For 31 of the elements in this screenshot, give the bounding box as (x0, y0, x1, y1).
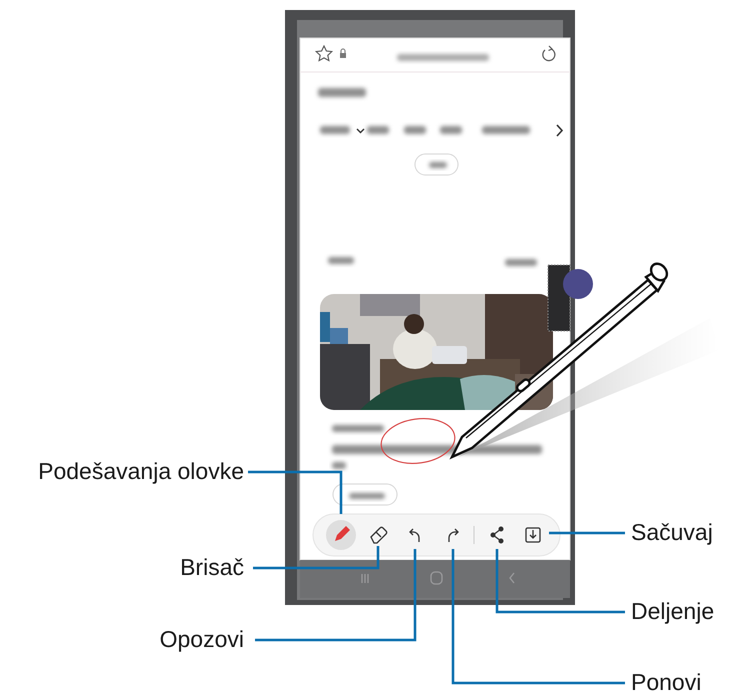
callout-label: Podešavanja olovke (38, 457, 244, 486)
blurred-text (328, 257, 354, 264)
callout-label: Opozovi (160, 625, 244, 654)
pen-icon[interactable] (335, 526, 350, 541)
star-icon[interactable] (314, 44, 334, 62)
callout-label: Deljenje (631, 597, 714, 626)
blurred-text (349, 493, 385, 499)
callout-label: Ponovi (631, 668, 702, 693)
chevron-right-icon[interactable] (556, 124, 564, 137)
blurred-text (320, 126, 350, 134)
callout-label: Brisač (180, 553, 244, 582)
pill-button[interactable] (332, 484, 398, 506)
refresh-icon[interactable] (542, 45, 556, 62)
blurred-text (318, 88, 366, 97)
blurred-text (482, 126, 530, 134)
blurred-text (332, 462, 346, 469)
download-icon[interactable] (525, 527, 541, 543)
blurred-text (429, 162, 447, 168)
undo-icon[interactable] (409, 528, 420, 543)
blurred-text (332, 425, 384, 432)
blurred-text (505, 259, 537, 266)
blurred-text (404, 126, 426, 134)
lock-icon (340, 48, 346, 58)
redo-icon[interactable] (448, 528, 459, 543)
blurred-text (440, 126, 462, 134)
eraser-icon[interactable] (370, 526, 388, 544)
air-command-button[interactable] (548, 264, 593, 332)
callout-label: Sačuvaj (631, 518, 713, 547)
share-icon[interactable] (490, 526, 504, 544)
chevron-down-icon[interactable] (356, 128, 364, 134)
blurred-text (367, 126, 389, 134)
